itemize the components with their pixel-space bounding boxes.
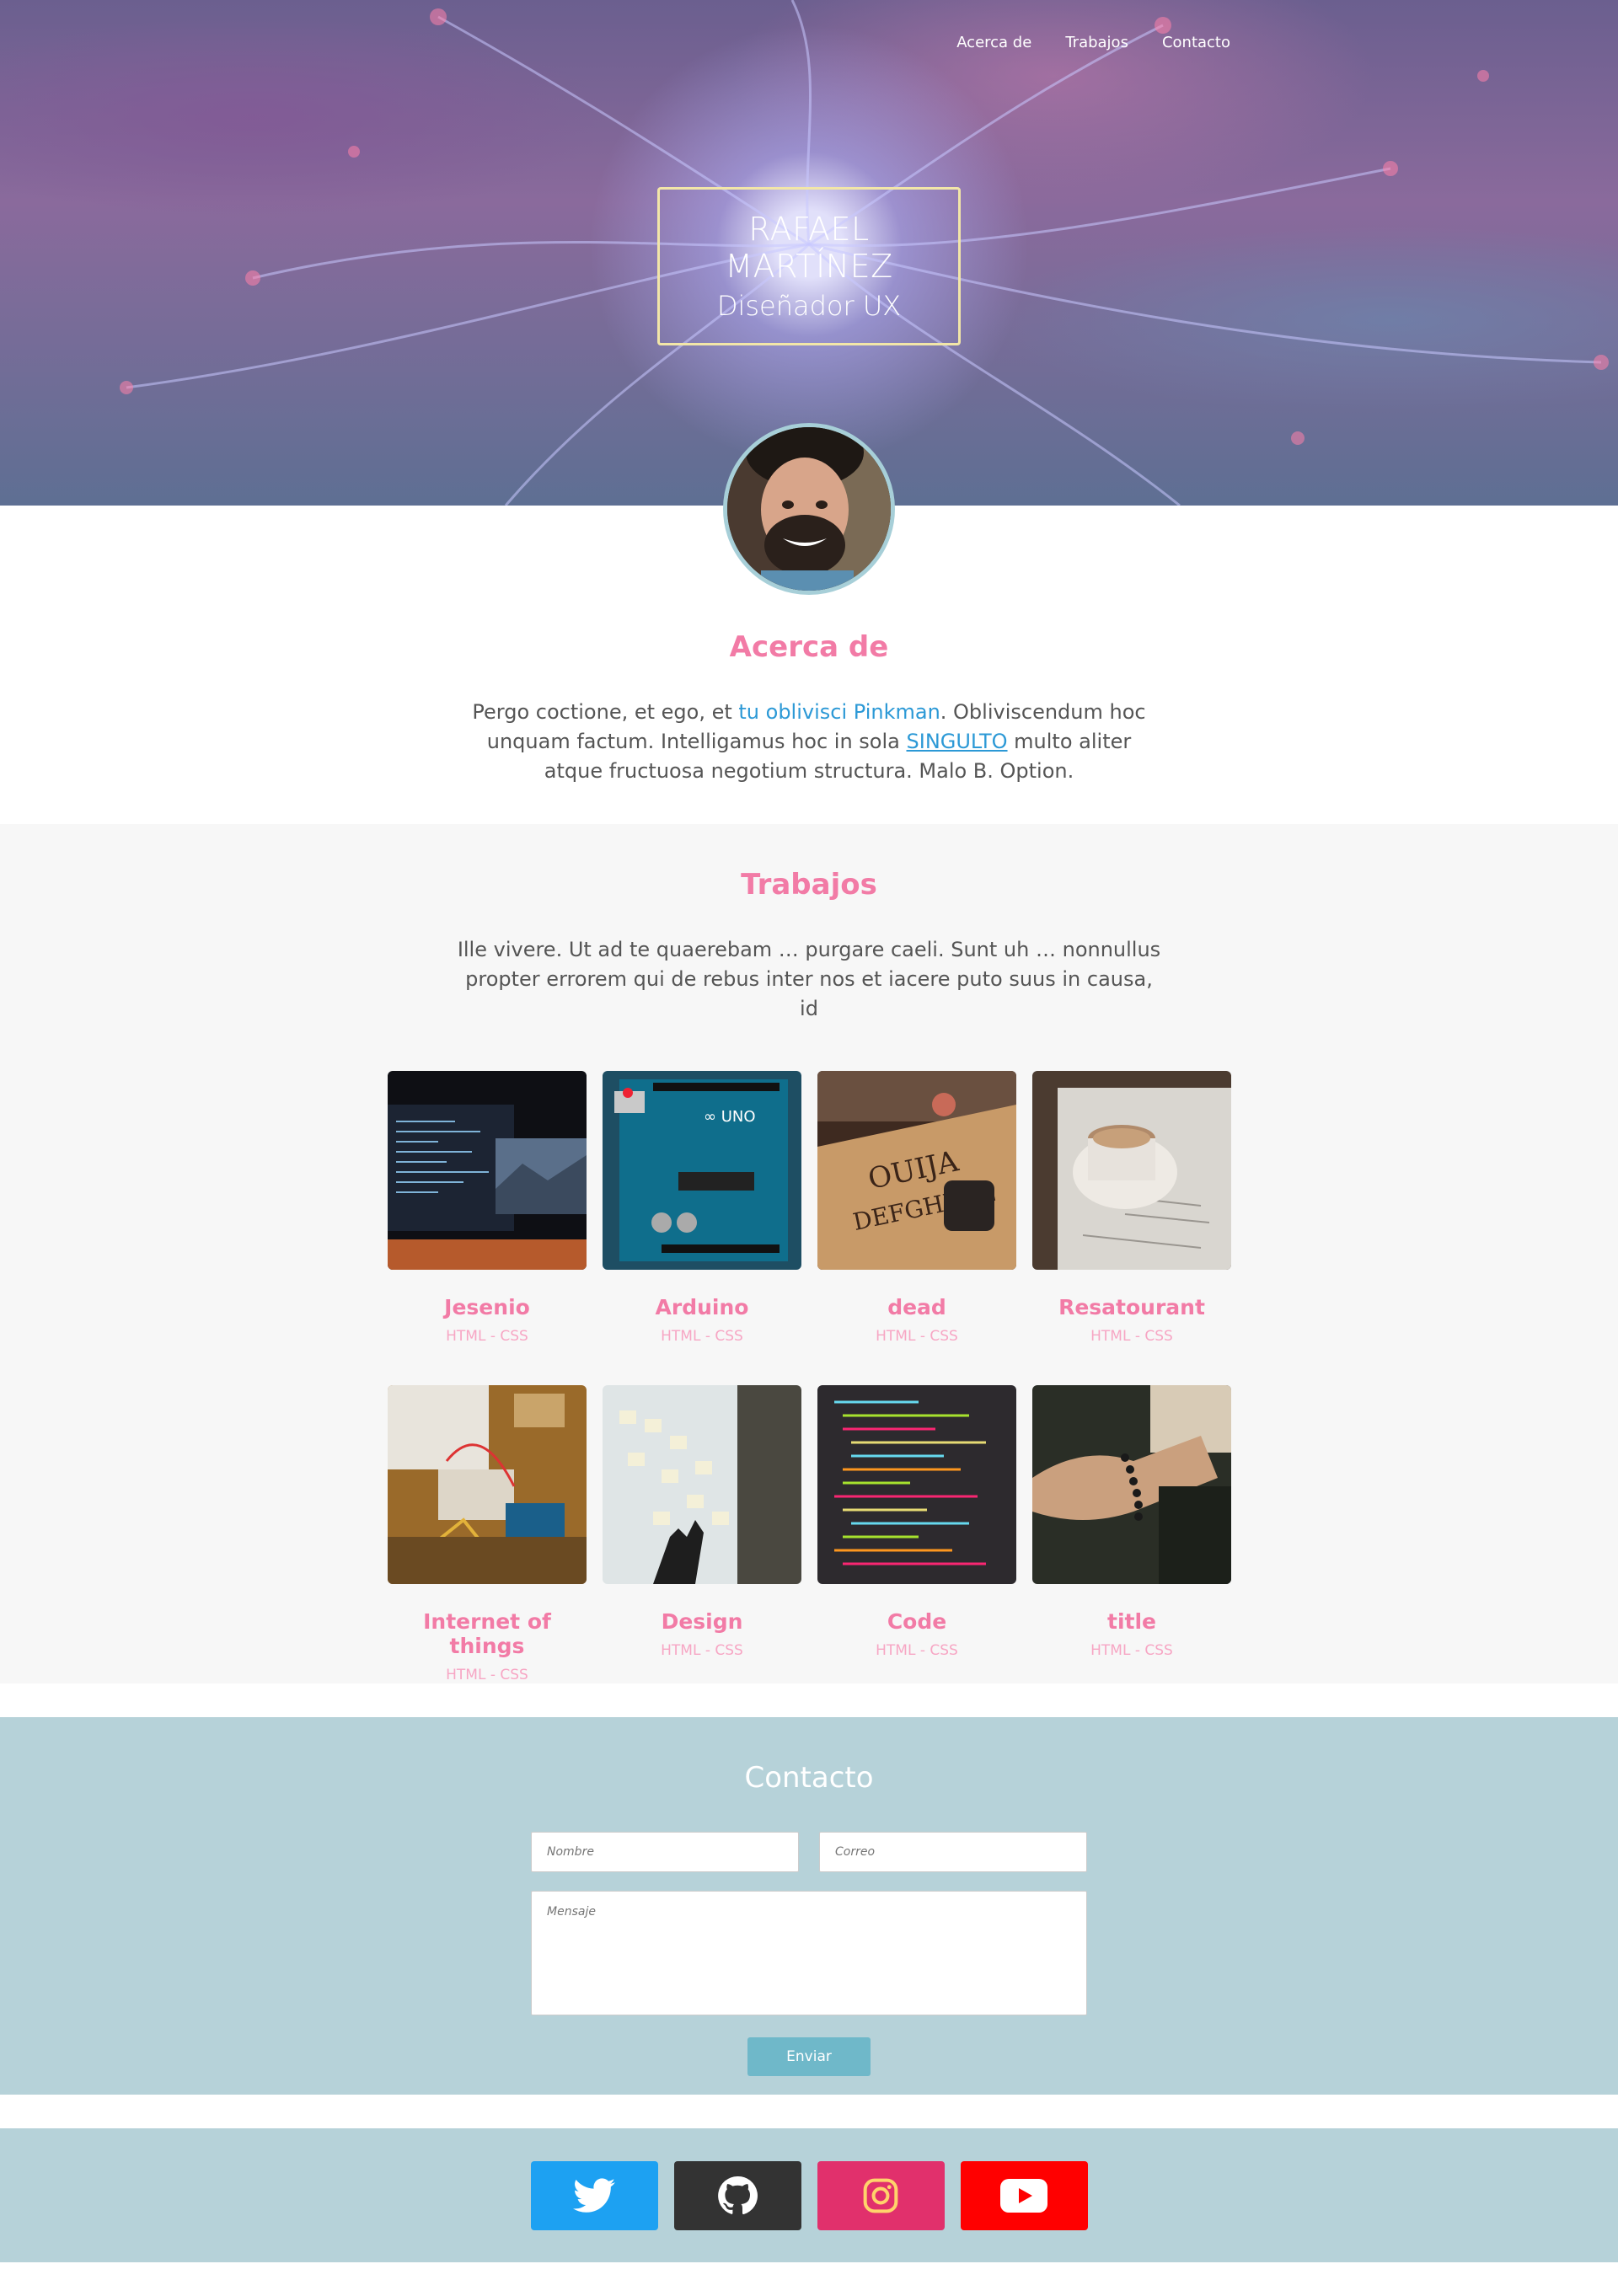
work-image-ouija: OUIJA DEFGHIJKL xyxy=(817,1071,1016,1270)
about-link-singulto[interactable]: SINGULTO xyxy=(907,730,1008,753)
nav-link-contact[interactable]: Contacto xyxy=(1162,34,1230,51)
work-image-arduino: ∞ UNO xyxy=(603,1071,801,1270)
instagram-icon xyxy=(863,2178,898,2213)
twitter-icon xyxy=(573,2178,615,2213)
work-title: dead xyxy=(887,1295,946,1319)
youtube-button[interactable] xyxy=(960,2161,1088,2230)
work-tags: HTML - CSS xyxy=(876,1328,958,1345)
nav-link-about[interactable]: Acerca de xyxy=(956,34,1031,51)
send-button[interactable]: Enviar xyxy=(747,2037,871,2076)
work-image-sticky-notes xyxy=(603,1385,801,1584)
contact-section: Contacto Enviar xyxy=(0,1717,1618,2095)
message-field[interactable] xyxy=(531,1891,1087,2015)
work-card-jesenio[interactable]: Jesenio HTML - CSS xyxy=(388,1071,587,1385)
work-tags: HTML - CSS xyxy=(661,1328,743,1345)
works-section: Trabajos Ille vivere. Ut ad te quaerebam… xyxy=(0,824,1618,1683)
work-card-code[interactable]: Code HTML - CSS xyxy=(817,1385,1016,1699)
instagram-button[interactable] xyxy=(817,2161,945,2230)
works-description: Ille vivere. Ut ad te quaerebam … purgar… xyxy=(457,938,1161,1020)
work-image-monitors xyxy=(388,1071,587,1270)
about-link-pinkman[interactable]: tu oblivisci Pinkman xyxy=(738,700,940,724)
work-image-coffee xyxy=(1032,1071,1231,1270)
contact-title: Contacto xyxy=(744,1761,874,1795)
work-card-dead[interactable]: OUIJA DEFGHIJKL dead HTML - CSS xyxy=(817,1071,1016,1385)
work-image-code xyxy=(817,1385,1016,1584)
github-icon xyxy=(718,2176,758,2215)
svg-text:∞ UNO: ∞ UNO xyxy=(704,1108,756,1126)
work-card-iot[interactable]: Internet of things HTML - CSS xyxy=(388,1385,587,1699)
work-card-design[interactable]: Design HTML - CSS xyxy=(603,1385,801,1699)
twitter-button[interactable] xyxy=(530,2161,658,2230)
contact-form: Enviar xyxy=(531,1832,1087,2076)
work-image-hand-beads xyxy=(1032,1385,1231,1584)
work-tags: HTML - CSS xyxy=(876,1642,958,1659)
work-tags: HTML - CSS xyxy=(446,1667,528,1683)
work-title: Arduino xyxy=(655,1295,749,1319)
nav-link-works[interactable]: Trabajos xyxy=(1065,34,1128,51)
work-title: Resatourant xyxy=(1058,1295,1205,1319)
work-title: Code xyxy=(887,1609,947,1634)
about-text-part-1: Pergo coctione, et ego, et xyxy=(472,700,739,724)
name-field[interactable] xyxy=(531,1832,799,1872)
work-card-title[interactable]: title HTML - CSS xyxy=(1032,1385,1231,1699)
main-nav: Acerca de Trabajos Contacto xyxy=(956,34,1230,51)
github-button[interactable] xyxy=(673,2161,801,2230)
about-text: Pergo coctione, et ego, et tu oblivisci … xyxy=(455,698,1163,786)
works-grid: Jesenio HTML - CSS ∞ UNO Arduino HTML - … xyxy=(388,1071,1231,1699)
work-card-arduino[interactable]: ∞ UNO Arduino HTML - CSS xyxy=(603,1071,801,1385)
hero-role: Diseñador UX xyxy=(716,290,902,322)
work-tags: HTML - CSS xyxy=(1090,1328,1173,1345)
work-title: Jesenio xyxy=(444,1295,530,1319)
works-title: Trabajos xyxy=(741,868,877,902)
work-tags: HTML - CSS xyxy=(1090,1642,1173,1659)
work-tags: HTML - CSS xyxy=(661,1642,743,1659)
avatar xyxy=(723,423,895,595)
work-image-breadboard xyxy=(388,1385,587,1584)
work-title: Design xyxy=(661,1609,743,1634)
work-title: title xyxy=(1107,1609,1156,1634)
work-card-resatourant[interactable]: Resatourant HTML - CSS xyxy=(1032,1071,1231,1385)
youtube-icon xyxy=(1000,2179,1047,2213)
work-tags: HTML - CSS xyxy=(446,1328,528,1345)
work-title: Internet of things xyxy=(423,1609,551,1658)
hero-title-box: RAFAEL MARTÍNEZ Diseñador UX xyxy=(657,187,961,345)
email-field[interactable] xyxy=(819,1832,1087,1872)
about-title: Acerca de xyxy=(729,630,889,664)
hero-name: RAFAEL MARTÍNEZ xyxy=(725,211,893,285)
social-footer xyxy=(0,2128,1618,2262)
